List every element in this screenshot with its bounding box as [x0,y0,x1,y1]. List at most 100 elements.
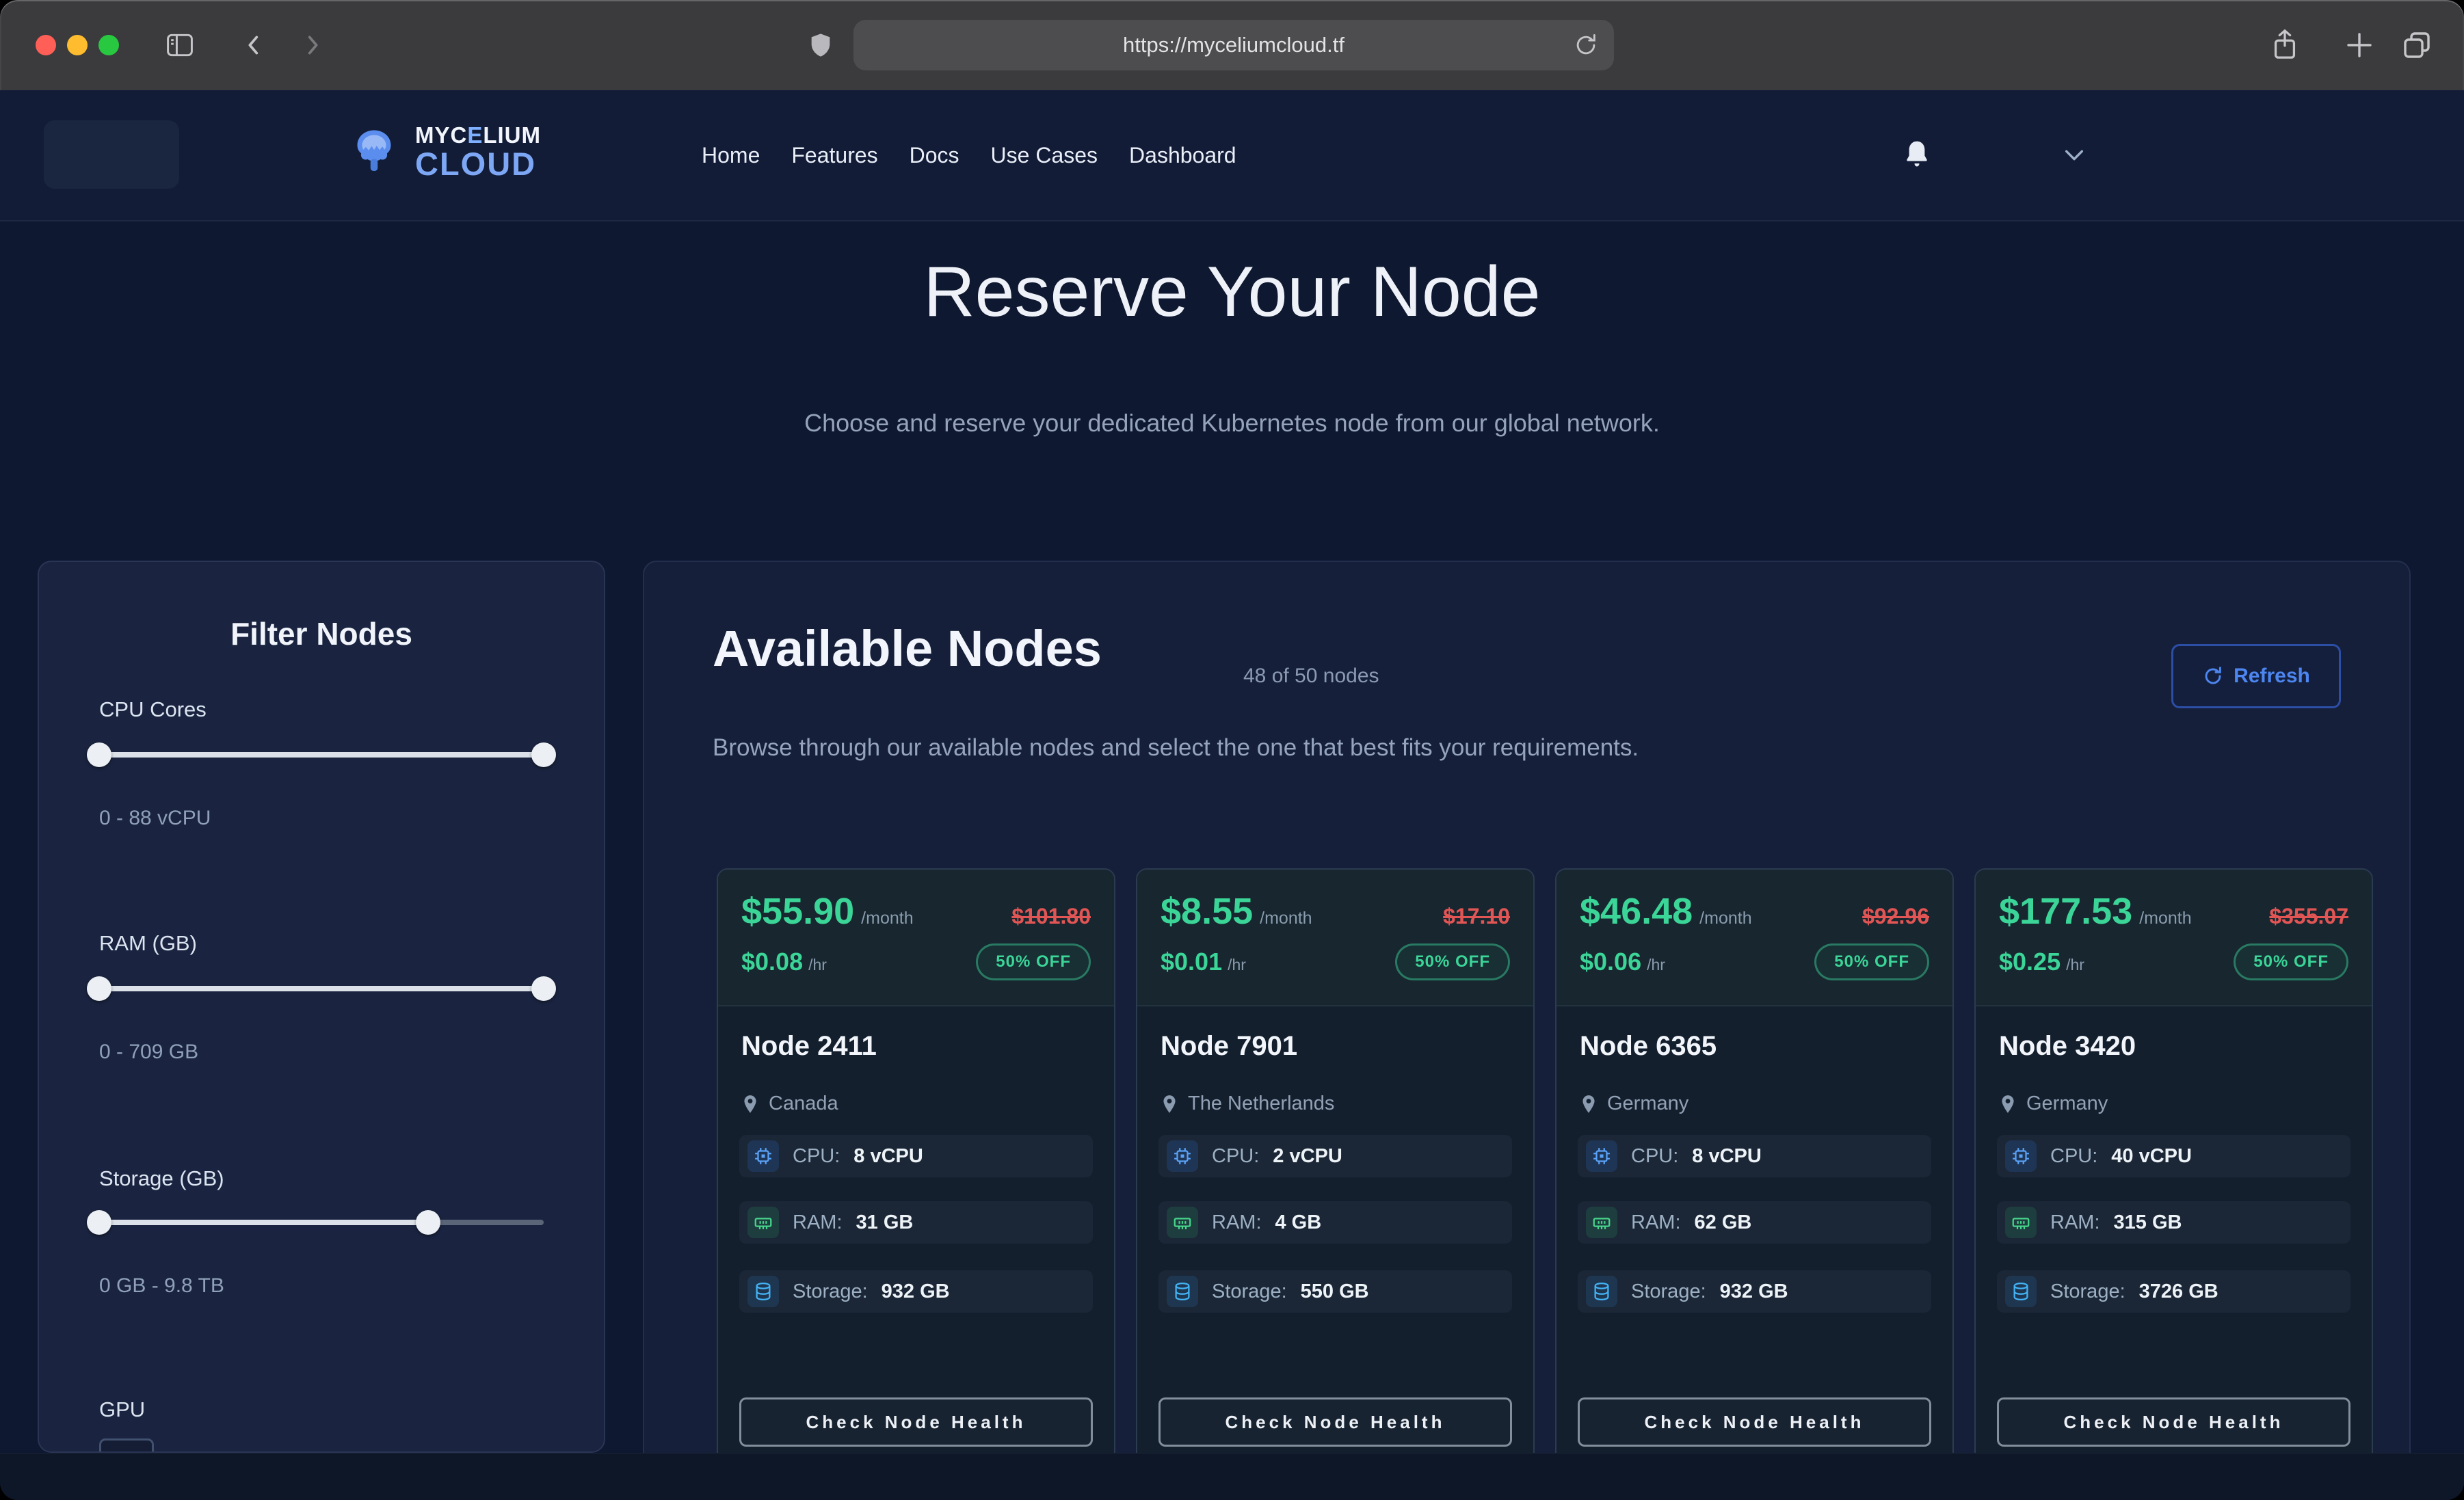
refresh-icon [2202,665,2224,687]
discount-badge: 50% OFF [2234,943,2348,980]
node-card: $55.90/month $101.80 $0.08/hr 50% OFF No… [717,868,1115,1470]
check-node-health-button[interactable]: Check Node Health [1578,1397,1931,1447]
ram-spec-value: 315 GB [2114,1211,2182,1234]
slider-handle-min[interactable] [87,1210,111,1235]
node-location: Germany [1999,1093,2108,1115]
ram-spec-label: RAM: [793,1211,843,1234]
cpu-cores-slider[interactable] [99,742,544,767]
hourly-price: $0.08 [741,948,803,976]
slider-fill [99,752,544,758]
monthly-period: /month [1699,909,1751,928]
minimize-button[interactable] [67,35,88,55]
original-price: $355.07 [2269,904,2348,929]
nav-item-dashboard[interactable]: Dashboard [1129,143,1236,168]
back-button[interactable] [241,30,268,60]
storage-spec-row: Storage: 3726 GB [1997,1270,2350,1313]
ram-spec-label: RAM: [2050,1211,2100,1234]
ram-spec-label: RAM: [1631,1211,1681,1234]
storage-spec-row: Storage: 550 GB [1158,1270,1512,1313]
slider-handle-min[interactable] [87,742,111,767]
ram-spec-row: RAM: 4 GB [1158,1201,1512,1244]
refresh-label: Refresh [2234,665,2310,688]
nav-item-features[interactable]: Features [791,143,877,168]
close-button[interactable] [36,35,56,55]
zoom-button[interactable] [98,35,119,55]
node-name: Node 6365 [1580,1031,1717,1062]
url-field[interactable]: https://myceliumcloud.tf [853,20,1614,70]
slider-handle-max[interactable] [531,976,556,1001]
storage-spec-label: Storage: [1631,1281,1706,1303]
cpu-icon [1167,1140,1198,1172]
reload-button[interactable] [1573,31,1599,62]
node-pricing-header: $46.48/month $92.96 $0.06/hr 50% OFF [1556,870,1952,1006]
site-navbar: MYCELIUM CLOUD Home Features Docs Use Ca… [0,90,2464,222]
node-name: Node 7901 [1161,1031,1297,1062]
user-menu-chevron-icon[interactable] [2063,148,2086,166]
check-node-health-button[interactable]: Check Node Health [1997,1397,2350,1447]
gpu-checkbox[interactable] [99,1438,154,1453]
slider-handle-max[interactable] [416,1210,440,1235]
tabs-overview-button[interactable] [2400,29,2433,62]
location-pin-icon [1161,1094,1178,1114]
monthly-period: /month [861,909,913,928]
page-title: Reserve Your Node [0,252,2464,333]
ram-spec-value: 31 GB [856,1211,914,1234]
new-tab-button[interactable] [2343,29,2376,62]
check-node-health-button[interactable]: Check Node Health [1158,1397,1512,1447]
original-price: $17.10 [1443,904,1510,929]
brand-logo[interactable]: MYCELIUM CLOUD [345,123,541,180]
ram-range: 0 - 709 GB [99,1041,198,1064]
nav-item-home[interactable]: Home [702,143,760,168]
hourly-price: $0.01 [1161,948,1222,976]
cpu-spec-value: 40 vCPU [2111,1145,2192,1168]
filter-panel-title: Filter Nodes [39,615,604,652]
monthly-price: $177.53 [1999,891,2132,932]
page-bottom-band [0,1453,2464,1500]
nav-links: Home Features Docs Use Cases Dashboard [702,90,1236,220]
slider-handle-max[interactable] [531,742,556,767]
node-location: Germany [1580,1093,1688,1115]
location-text: Germany [1607,1093,1688,1115]
location-text: Germany [2026,1093,2108,1115]
cpu-spec-row: CPU: 8 vCPU [1578,1135,1931,1177]
slider-fill [99,1220,428,1225]
node-location: The Netherlands [1161,1093,1334,1115]
storage-icon [747,1276,779,1307]
storage-spec-row: Storage: 932 GB [739,1270,1093,1313]
gpu-label: GPU [99,1397,145,1422]
nav-placeholder [44,120,179,189]
ram-slider[interactable] [99,976,544,1001]
browser-titlebar: https://myceliumcloud.tf [0,0,2464,92]
cpu-spec-value: 2 vCPU [1273,1145,1342,1168]
ram-spec-row: RAM: 62 GB [1578,1201,1931,1244]
slider-handle-min[interactable] [87,976,111,1001]
ram-icon [1167,1207,1198,1238]
nav-item-use-cases[interactable]: Use Cases [991,143,1098,168]
storage-spec-label: Storage: [793,1281,868,1303]
cpu-spec-value: 8 vCPU [1692,1145,1762,1168]
original-price: $101.80 [1011,904,1091,929]
privacy-shield-icon[interactable] [807,29,834,62]
cpu-spec-value: 8 vCPU [853,1145,923,1168]
ram-spec-value: 62 GB [1695,1211,1752,1234]
storage-icon [1167,1276,1198,1307]
notifications-bell-icon[interactable] [1903,138,1931,174]
ram-icon [747,1207,779,1238]
refresh-button[interactable]: Refresh [2171,644,2341,708]
check-node-health-button[interactable]: Check Node Health [739,1397,1093,1447]
available-nodes-panel: Available Nodes 48 of 50 nodes Refresh B… [643,561,2411,1500]
discount-badge: 50% OFF [976,943,1091,980]
location-text: Canada [769,1093,838,1115]
cpu-icon [2005,1140,2037,1172]
storage-slider[interactable] [99,1210,544,1235]
hourly-period: /hr [2066,956,2084,974]
forward-button[interactable] [298,30,326,60]
share-button[interactable] [2269,26,2301,63]
page-subtitle: Choose and reserve your dedicated Kubern… [0,409,2464,438]
node-card: $46.48/month $92.96 $0.06/hr 50% OFF Nod… [1555,868,1954,1470]
cpu-icon [747,1140,779,1172]
nav-item-docs[interactable]: Docs [910,143,959,168]
storage-spec-row: Storage: 932 GB [1578,1270,1931,1313]
sidebar-toggle-button[interactable] [164,30,196,60]
storage-icon [2005,1276,2037,1307]
